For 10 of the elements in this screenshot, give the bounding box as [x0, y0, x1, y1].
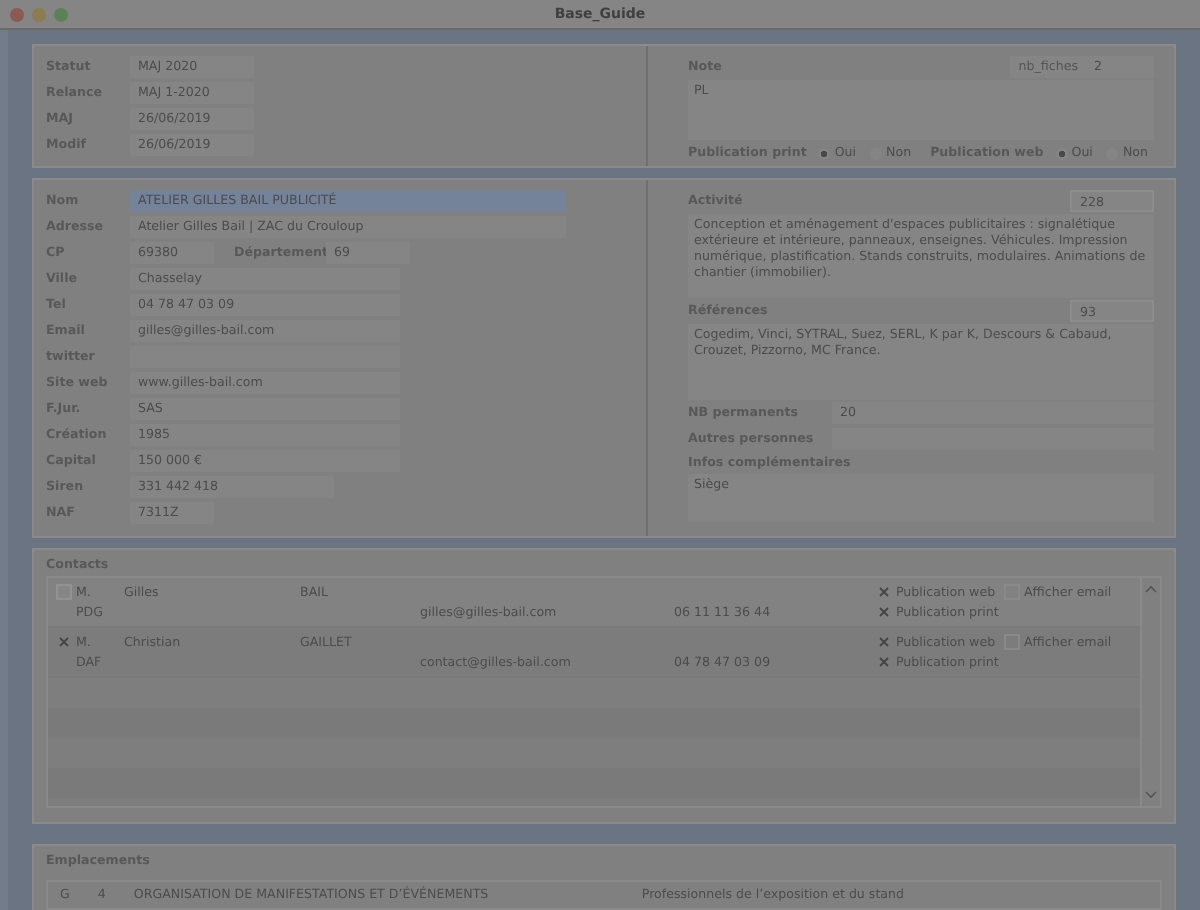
- cross-icon: [878, 606, 890, 618]
- cross-icon: [878, 586, 890, 598]
- checkbox[interactable]: [56, 634, 72, 650]
- cross-icon: [878, 656, 890, 668]
- scrollbar[interactable]: [1140, 578, 1160, 806]
- zoom-icon[interactable]: [54, 7, 68, 21]
- minimize-icon[interactable]: [32, 7, 46, 21]
- close-icon[interactable]: [10, 7, 24, 21]
- cross-icon: [58, 636, 70, 648]
- cross-icon: [878, 636, 890, 648]
